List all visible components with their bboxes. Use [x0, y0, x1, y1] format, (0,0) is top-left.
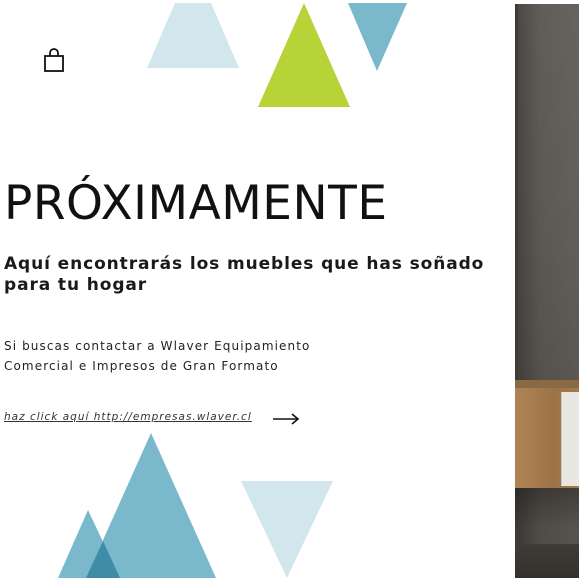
- shopping-bag-icon[interactable]: [43, 47, 65, 73]
- photo-cabinet-top: [515, 380, 579, 388]
- triangle-lime-green-top: [258, 3, 350, 107]
- photo-drawer: [561, 392, 579, 486]
- triangle-light-blue-bottom: [241, 481, 333, 578]
- business-site-link[interactable]: haz click aquí http://empresas.wlaver.cl: [4, 411, 252, 423]
- arrow-right-icon[interactable]: [272, 411, 300, 425]
- photo-shadow: [515, 488, 579, 528]
- triangle-mid-blue-top: [348, 3, 407, 71]
- page: PRÓXIMAMENTE Aquí encontrarás los mueble…: [0, 0, 579, 578]
- contact-text: Si buscas contactar a Wlaver Equipamient…: [4, 336, 344, 376]
- contact-text-line-1: Si buscas contactar a Wlaver Equipamient…: [4, 339, 311, 353]
- page-subtitle: Aquí encontrarás los muebles que has soñ…: [4, 254, 485, 295]
- page-title: PRÓXIMAMENTE: [4, 176, 388, 231]
- triangle-light-blue-top: [147, 3, 239, 68]
- furniture-photo: [515, 4, 579, 578]
- photo-floor: [515, 544, 579, 578]
- contact-text-line-2: Comercial e Impresos de Gran Formato: [4, 359, 279, 373]
